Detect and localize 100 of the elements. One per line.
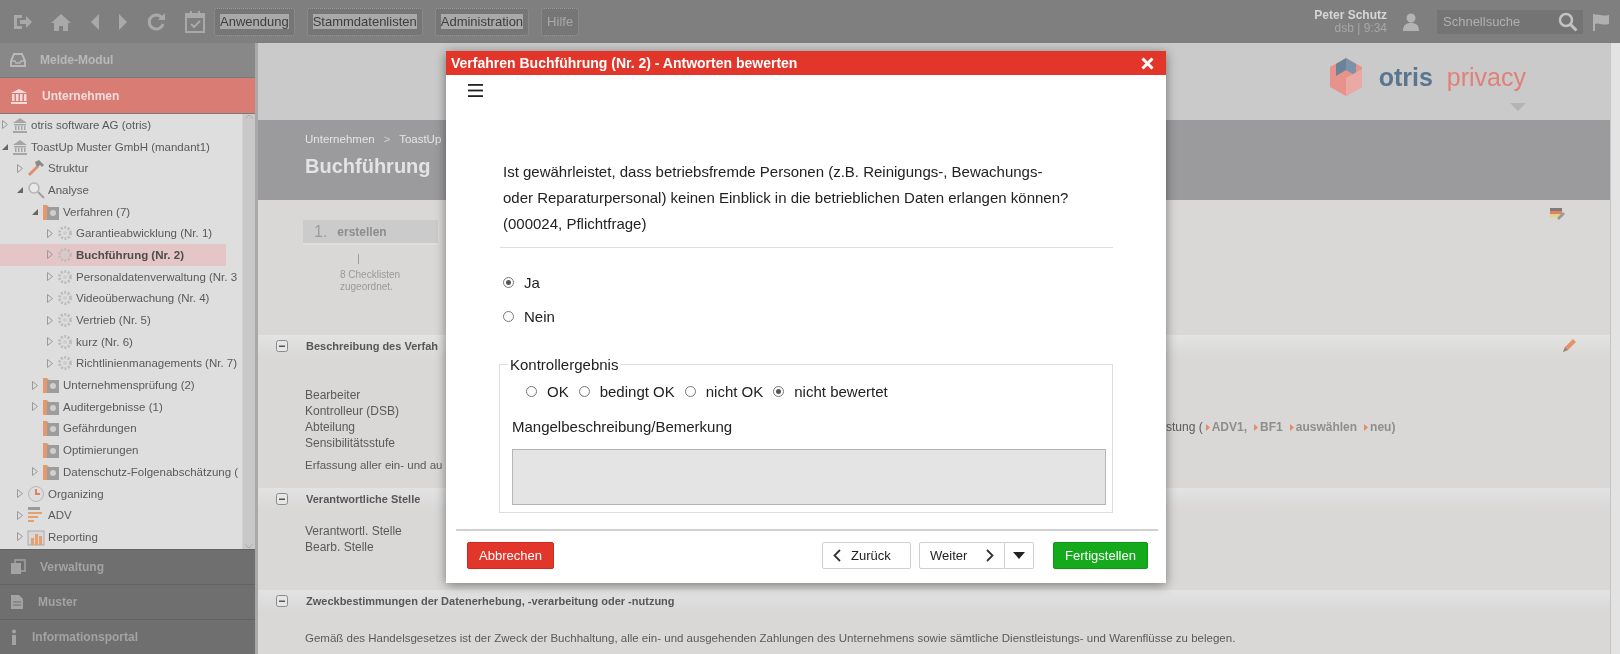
collapsed-triangle-icon[interactable]	[17, 510, 23, 520]
collapsed-triangle-icon[interactable]	[32, 402, 38, 412]
menu-button[interactable]: Anwendung	[214, 7, 295, 36]
tree-row[interactable]: Vertrieb (Nr. 5)	[0, 309, 153, 331]
breadcrumb-separator: >	[383, 133, 391, 145]
flag-pin-icon[interactable]	[1549, 206, 1567, 222]
collapsed-triangle-icon[interactable]	[32, 380, 38, 390]
tree-row[interactable]: Verfahren (7)	[0, 200, 133, 223]
home-icon[interactable]	[50, 12, 72, 31]
forward-icon[interactable]	[118, 12, 128, 31]
collapsed-triangle-icon[interactable]	[47, 228, 53, 238]
tree-row[interactable]: Gefährdungen	[0, 417, 139, 440]
collapsed-triangle-icon[interactable]	[47, 337, 53, 347]
building-icon	[12, 138, 28, 155]
tree-row[interactable]: kurz (Nr. 6)	[0, 330, 135, 353]
expanded-triangle-icon[interactable]	[2, 143, 8, 150]
tree-row[interactable]: Videoüberwachung (Nr. 4)	[0, 287, 212, 310]
calendar-icon[interactable]	[184, 9, 208, 34]
back-button[interactable]: Zurück	[822, 542, 911, 569]
collapse-icon[interactable]	[276, 595, 288, 607]
tree-label: Analyse	[48, 183, 89, 196]
section-text: Erfassung aller ein- und au	[305, 459, 443, 471]
clock-icon	[27, 484, 45, 503]
scroll-down-icon[interactable]	[245, 544, 253, 549]
tree-row[interactable]: Organizing	[0, 482, 106, 505]
gear-icon	[57, 225, 73, 242]
tree-label: Buchführung (Nr. 2)	[76, 248, 184, 261]
tree-row[interactable]: Reporting	[0, 526, 100, 548]
pencil-icon[interactable]	[1561, 338, 1577, 354]
radio-button[interactable]	[503, 311, 514, 322]
dropdown-button[interactable]	[1005, 542, 1034, 569]
collapsed-triangle-icon[interactable]	[47, 358, 53, 368]
option-label: nicht bewertet	[794, 383, 888, 400]
tree-label: Garantieabwicklung (Nr. 1)	[76, 227, 213, 240]
inbox-icon[interactable]	[10, 53, 26, 67]
collapse-icon[interactable]	[276, 340, 288, 352]
refresh-icon[interactable]	[146, 11, 166, 32]
hammer-icon	[27, 159, 45, 178]
collapsed-triangle-icon[interactable]	[17, 489, 23, 499]
cancel-button[interactable]: Abbrechen	[467, 542, 554, 569]
finish-button[interactable]: Fertigstellen	[1053, 542, 1148, 569]
collapsed-triangle-icon[interactable]	[32, 467, 38, 477]
radio-button[interactable]	[773, 386, 785, 397]
scrollbar[interactable]	[1610, 43, 1620, 654]
collapsed-triangle-icon[interactable]	[47, 315, 53, 325]
next-button[interactable]: Weiter	[919, 542, 1005, 569]
tree-label: Unternehmensprüfung (2)	[63, 379, 195, 392]
collapsed-triangle-icon[interactable]	[47, 293, 53, 303]
collapsed-triangle-icon[interactable]	[47, 250, 53, 260]
close-icon[interactable]	[1141, 56, 1154, 70]
tree-row[interactable]: Unternehmensprüfung (2)	[0, 374, 197, 396]
info-icon[interactable]	[10, 629, 18, 645]
field-label: Sensibilitätsstufe	[305, 435, 396, 451]
user-icon[interactable]	[1403, 12, 1419, 31]
tree-row[interactable]: Buchführung (Nr. 2)	[0, 244, 226, 266]
tree-row[interactable]: Optimierungen	[0, 439, 141, 461]
back-icon[interactable]	[90, 12, 100, 31]
menu-button[interactable]: Stammdatenlisten	[306, 7, 423, 36]
scroll-up-icon[interactable]	[245, 114, 253, 119]
expanded-triangle-icon[interactable]	[17, 186, 23, 193]
arrow-marker-icon	[1205, 423, 1210, 431]
collapsed-triangle-icon[interactable]	[2, 120, 8, 130]
tree-row[interactable]: Personaldatenverwaltung (Nr. 3	[0, 265, 240, 288]
menu-button[interactable]: Administration	[434, 7, 530, 36]
menu-icon[interactable]	[468, 84, 483, 97]
collapsed-triangle-icon[interactable]	[17, 163, 23, 173]
tree-row[interactable]: Datenschutz-Folgenabschätzung (	[0, 461, 241, 483]
option-label: OK	[547, 383, 569, 400]
flag-icon[interactable]	[1592, 12, 1610, 31]
tree-row[interactable]: ADV	[0, 504, 74, 527]
collapsed-triangle-icon[interactable]	[17, 532, 23, 542]
collapsed-triangle-icon[interactable]	[47, 272, 53, 282]
search-field[interactable]: Schnellsuche	[1437, 9, 1583, 34]
tree-label: Videoüberwachung (Nr. 4)	[76, 292, 210, 305]
folder-icon	[42, 397, 60, 416]
tree-row[interactable]: Garantieabwicklung (Nr. 1)	[0, 222, 215, 245]
tree-row[interactable]: Auditergebnisse (1)	[0, 395, 165, 418]
radio-button[interactable]	[503, 277, 514, 288]
bank-icon[interactable]	[10, 87, 28, 104]
tree-row[interactable]: Struktur	[0, 157, 91, 180]
option-label: bedingt OK	[599, 383, 675, 400]
expanded-triangle-icon[interactable]	[32, 208, 38, 215]
radio-button[interactable]	[578, 386, 590, 397]
exit-icon[interactable]	[12, 12, 32, 31]
section-text: Gemäß des Handelsgesetzes ist der Zweck der Buchhaltung, alle ein- und ausgehenden Zahlungen des Unternehmens sowie sämtliche Dienstleistungs- und Warenflüsse zu belegen.	[305, 632, 1236, 644]
scrollbar[interactable]	[242, 114, 255, 549]
tree-row[interactable]: Analyse	[0, 179, 91, 201]
tree-row[interactable]: otris software AG (otris)	[0, 114, 154, 136]
field-label: Kontrolleur (DSB)	[305, 403, 400, 419]
tree-row[interactable]: Richtlinienmanagements (Nr. 7)	[0, 352, 240, 375]
field-label: Abteilung	[305, 419, 356, 435]
radio-button[interactable]	[526, 386, 537, 397]
tree-label: ADV	[48, 509, 72, 522]
radio-button[interactable]	[684, 386, 696, 397]
remark-field[interactable]	[512, 449, 1106, 505]
collapse-icon[interactable]	[276, 493, 288, 505]
tree-row[interactable]: ToastUp Muster GmbH (mandant1)	[0, 135, 212, 158]
copy-icon[interactable]	[10, 559, 26, 575]
document-icon[interactable]	[10, 594, 24, 610]
option-label: nicht OK	[705, 383, 764, 400]
